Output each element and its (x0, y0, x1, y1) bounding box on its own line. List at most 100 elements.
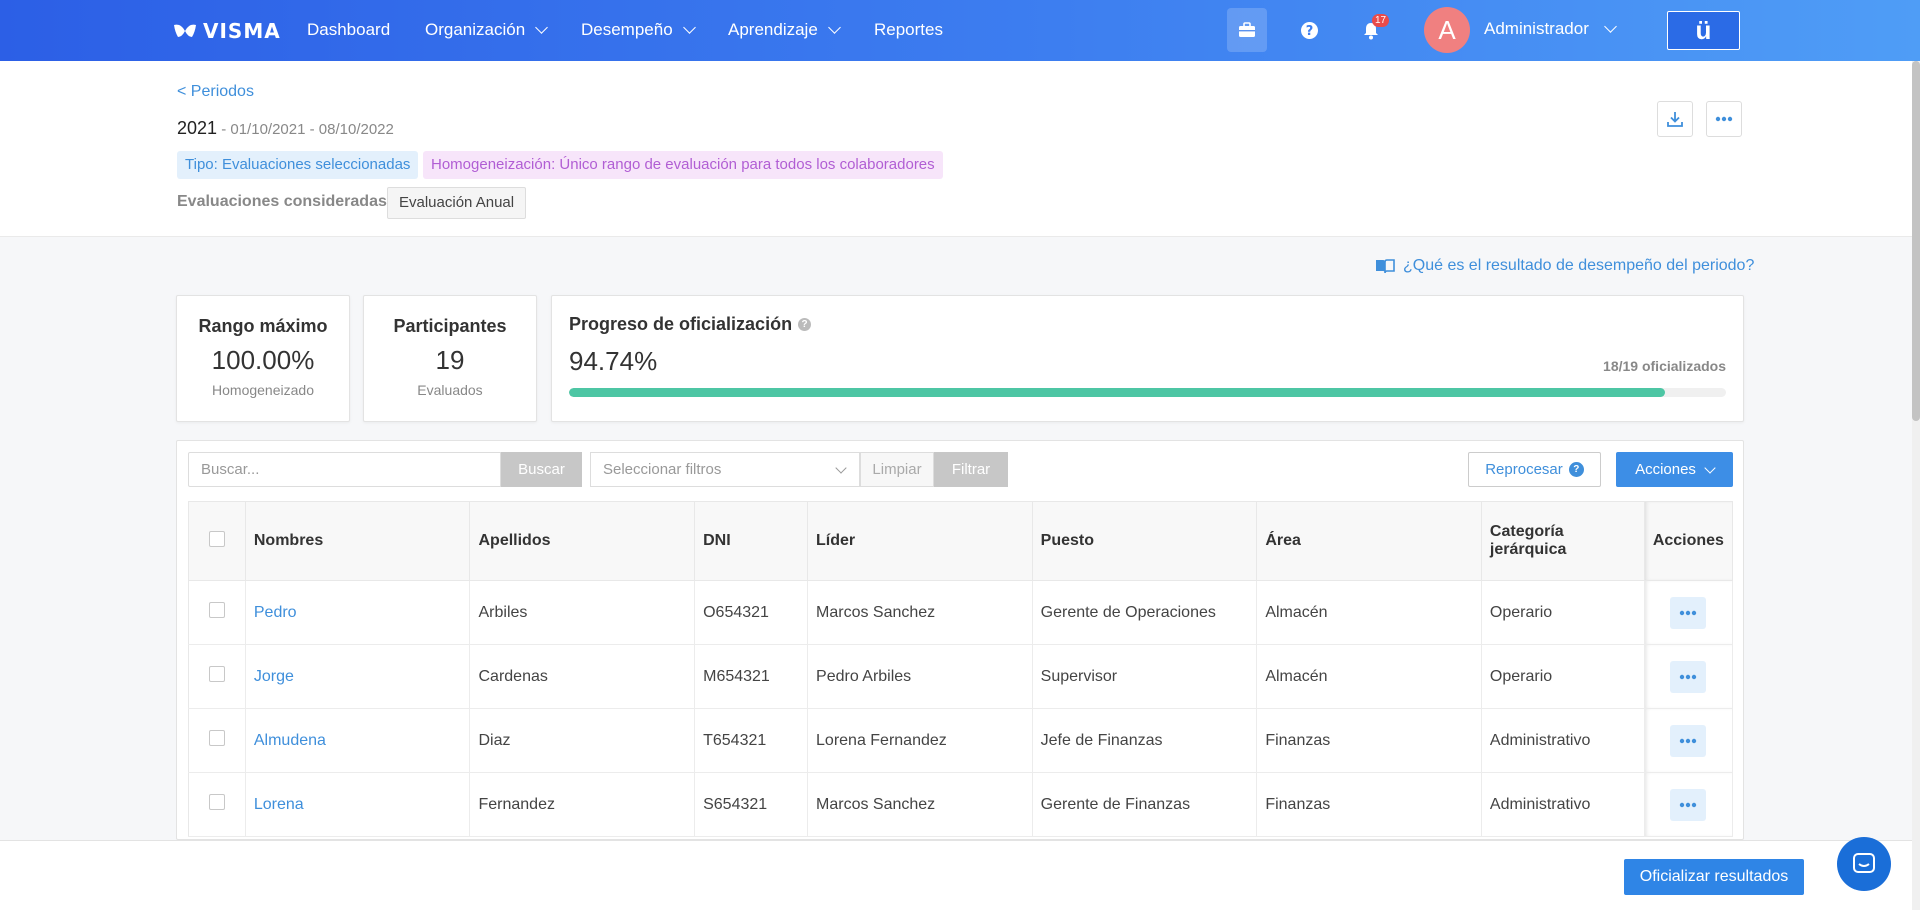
chevron-down-icon (535, 21, 549, 34)
row-select-cell (188, 580, 246, 645)
column-header[interactable]: DNI (694, 501, 809, 581)
chat-launcher-button[interactable] (1837, 837, 1891, 891)
avatar[interactable]: A (1424, 7, 1470, 53)
row-actions-button[interactable] (1670, 660, 1707, 693)
user-name[interactable]: Administrador (1484, 19, 1589, 39)
row-checkbox[interactable] (208, 666, 225, 682)
column-header[interactable]: Nombres (245, 501, 471, 581)
cell-lider: Marcos Sanchez (807, 772, 1033, 837)
clear-button[interactable]: Limpiar (860, 452, 934, 487)
more-options-button[interactable] (1706, 101, 1742, 137)
nav-organizacion[interactable]: Organización (425, 20, 549, 40)
row-actions-button[interactable] (1670, 724, 1707, 757)
more-horizontal-icon (1680, 802, 1697, 807)
svg-text:?: ? (1305, 24, 1313, 39)
nav-aprendizaje[interactable]: Aprendizaje (728, 20, 841, 40)
max-range-card: Rango máximo 100.00% Homogeneizado (176, 295, 350, 422)
column-header[interactable]: Área (1256, 501, 1482, 581)
row-actions-cell (1644, 644, 1734, 709)
performance-help-link[interactable]: ¿Qué es el resultado de desempeño del pe… (1375, 257, 1754, 275)
download-button[interactable] (1657, 101, 1693, 137)
nav-dashboard[interactable]: Dashboard (307, 20, 390, 40)
cell-dni: S654321 (694, 772, 809, 837)
reprocess-button[interactable]: Reprocesar ? (1468, 452, 1601, 487)
progress-value: 94.74% (569, 346, 658, 376)
column-header[interactable]: Categoría jerárquica (1481, 501, 1645, 581)
search-input[interactable]: Buscar... (188, 452, 501, 487)
cell-nombre[interactable]: Lorena (245, 772, 471, 837)
cell-dni: T654321 (694, 708, 809, 773)
row-actions-button[interactable] (1670, 596, 1707, 629)
row-actions-button[interactable] (1670, 788, 1707, 821)
participants-title: Participantes (393, 316, 507, 336)
cell-categoria: Operario (1481, 580, 1645, 645)
max-range-sub: Homogeneizado (212, 382, 314, 398)
table-row: Almudena Diaz T654321 Lorena Fernandez Jefe … (188, 708, 1734, 773)
page-scrollbar[interactable] (1912, 61, 1920, 910)
help-link-text: ¿Qué es el resultado de desempeño del pe… (1403, 257, 1755, 274)
filter-button[interactable]: Filtrar (934, 452, 1008, 487)
nav-reportes[interactable]: Reportes (874, 20, 943, 40)
question-circle-icon: ? (1568, 462, 1584, 477)
cell-nombre[interactable]: Pedro (245, 580, 471, 645)
table-header-row: Nombres Apellidos DNI Líder Puesto Área … (188, 501, 1734, 581)
cell-lider: Marcos Sanchez (807, 580, 1033, 645)
cell-area: Finanzas (1256, 708, 1482, 773)
select-all-checkbox[interactable] (208, 530, 225, 547)
cell-categoria: Operario (1481, 644, 1645, 709)
info-icon[interactable]: ? (798, 318, 812, 331)
nav-aprendizaje-label: Aprendizaje (728, 20, 818, 39)
participants-value: 19 (435, 345, 465, 375)
period-dates: - 01/10/2021 - 08/10/2022 (217, 121, 394, 138)
help-button[interactable]: ? (1289, 8, 1329, 52)
brand-name: VISMA (203, 19, 281, 43)
briefcase-button[interactable] (1227, 8, 1267, 52)
column-header[interactable]: Líder (807, 501, 1033, 581)
nav-desempeno[interactable]: Desempeño (581, 20, 696, 40)
column-header[interactable]: Apellidos (469, 501, 696, 581)
progress-title-wrap: Progreso de oficialización ? (569, 314, 812, 335)
row-checkbox[interactable] (208, 602, 225, 618)
more-horizontal-icon (1680, 674, 1697, 679)
evaluation-chip: Evaluación Anual (387, 187, 527, 219)
visma-swoosh-icon (174, 24, 196, 37)
cell-lider: Lorena Fernandez (807, 708, 1033, 773)
officialize-results-button[interactable]: Oficializar resultados (1624, 859, 1804, 895)
table-row: Jorge Cardenas M654321 Pedro Arbiles Supervi… (188, 644, 1734, 709)
top-navbar: VISMA Dashboard Organización Desempeño A… (0, 0, 1920, 61)
participants-sub: Evaluados (417, 382, 483, 398)
period-title: 2021 - 01/10/2021 - 08/10/2022 (177, 118, 394, 139)
back-to-periods-link[interactable]: < Periodos (177, 83, 254, 101)
cell-apellido: Arbiles (469, 580, 696, 645)
download-icon (1667, 112, 1683, 127)
cell-area: Almacén (1256, 580, 1482, 645)
book-icon (1376, 259, 1395, 274)
scrollbar-thumb[interactable] (1912, 61, 1920, 421)
cell-puesto: Gerente de Finanzas (1032, 772, 1258, 837)
row-checkbox[interactable] (208, 794, 225, 810)
cell-lider: Pedro Arbiles (807, 644, 1033, 709)
officialization-progress-card: Progreso de oficialización ? 94.74% 18/1… (551, 295, 1744, 422)
filter-select[interactable]: Seleccionar filtros (590, 452, 860, 487)
cell-area: Finanzas (1256, 772, 1482, 837)
actions-button[interactable]: Acciones (1616, 452, 1733, 487)
cell-apellido: Diaz (469, 708, 696, 773)
chevron-down-icon[interactable] (1604, 20, 1617, 33)
column-header[interactable]: Puesto (1032, 501, 1258, 581)
visma-logo[interactable]: VISMA (173, 18, 281, 44)
filter-select-placeholder: Seleccionar filtros (603, 461, 722, 478)
app-brand-button[interactable]: ü (1667, 11, 1740, 50)
cell-puesto: Jefe de Finanzas (1032, 708, 1258, 773)
row-checkbox[interactable] (208, 730, 225, 746)
footer-bar: Oficializar resultados (0, 840, 1920, 910)
max-range-value: 100.00% (211, 345, 315, 375)
cell-nombre[interactable]: Almudena (245, 708, 471, 773)
homogenization-tag: Homogeneización: Único rango de evaluaci… (423, 151, 943, 179)
progress-bar-fill (569, 388, 1666, 397)
notifications-button[interactable]: 17 (1351, 8, 1391, 52)
max-range-title: Rango máximo (198, 316, 328, 336)
nav-reportes-label: Reportes (874, 20, 943, 39)
cell-nombre[interactable]: Jorge (245, 644, 471, 709)
cell-apellido: Cardenas (469, 644, 696, 709)
search-button[interactable]: Buscar (501, 452, 582, 487)
